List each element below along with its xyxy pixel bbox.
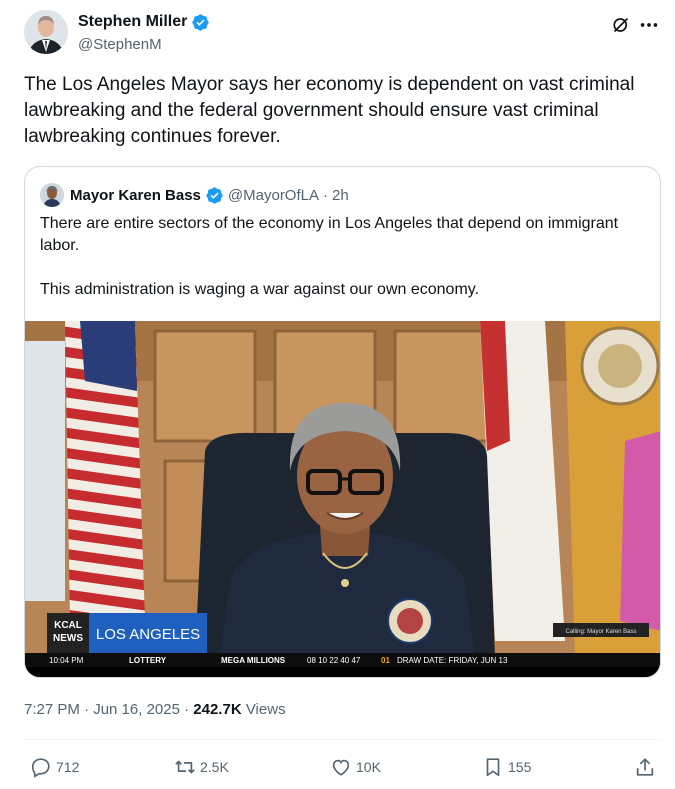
grok-icon[interactable] <box>612 16 630 34</box>
quoted-time: 2h <box>332 186 349 204</box>
like-button[interactable]: 10K <box>330 752 381 782</box>
reply-icon <box>31 758 50 778</box>
quoted-separator: · <box>323 186 328 204</box>
share-button[interactable] <box>634 752 660 782</box>
heart-icon <box>332 759 350 776</box>
bookmark-count: 155 <box>508 759 532 775</box>
bookmark-icon <box>486 758 500 777</box>
quoted-tweet[interactable]: Mayor Karen Bass @MayorOfLA · 2h There a… <box>24 166 661 678</box>
repost-button[interactable]: 2.5K <box>174 752 229 782</box>
quoted-paragraph-1: There are entire sectors of the economy … <box>40 215 619 254</box>
quoted-tweet-text: There are entire sectors of the economy … <box>40 213 640 301</box>
like-count: 10K <box>356 759 381 775</box>
author-avatar[interactable] <box>24 10 68 54</box>
repost-icon <box>175 760 195 774</box>
action-bar: 712 2.5K 10K 155 <box>24 752 661 782</box>
ticker-time: 10:04 PM <box>49 656 84 665</box>
quoted-author-avatar <box>40 183 64 207</box>
tweet-timestamp[interactable]: 7:27 PM · Jun 16, 2025 · <box>24 701 189 718</box>
station-logo-line1: KCAL <box>54 620 82 631</box>
video-player[interactable]: Calling: Mayor Karen Bass KCAL NEWS LOS … <box>25 321 660 677</box>
ticker-numbers: 08 10 22 40 47 <box>307 656 361 665</box>
quoted-paragraph-2: This administration is waging a war agai… <box>40 281 480 298</box>
tweet-meta: 7:27 PM · Jun 16, 2025 · 242.7K Views <box>24 700 286 720</box>
location-banner: LOS ANGELES <box>96 626 200 643</box>
tweet-text: The Los Angeles Mayor says her economy i… <box>24 74 635 147</box>
more-options-icon[interactable] <box>638 14 660 36</box>
ticker-mega-millions: MEGA MILLIONS <box>221 656 286 665</box>
quoted-author-handle: @MayorOfLA <box>227 186 319 204</box>
repost-count: 2.5K <box>200 759 229 775</box>
author-name-text[interactable]: Stephen Miller <box>78 12 187 32</box>
author-handle[interactable]: @StephenM <box>78 35 162 55</box>
bookmark-button[interactable]: 155 <box>482 752 531 782</box>
ticker-lottery: LOTTERY <box>129 656 167 665</box>
divider <box>24 739 661 740</box>
video-caption: Calling: Mayor Karen Bass <box>565 629 636 635</box>
quoted-verified-badge-icon <box>206 186 223 204</box>
video-frame: Calling: Mayor Karen Bass KCAL NEWS LOS … <box>25 321 660 677</box>
ticker-mega-number: 01 <box>381 656 390 665</box>
views-count: 242.7K <box>193 701 242 718</box>
share-icon <box>636 758 654 776</box>
reply-button[interactable]: 712 <box>30 752 79 782</box>
verified-badge-icon <box>192 13 209 31</box>
station-logo-line2: NEWS <box>53 633 83 644</box>
quoted-tweet-header: Mayor Karen Bass @MayorOfLA · 2h <box>40 183 349 207</box>
tweet-header: Stephen Miller @StephenM <box>24 10 664 58</box>
reply-count: 712 <box>56 759 80 775</box>
ticker-draw-date: DRAW DATE: FRIDAY, JUN 13 <box>397 656 508 665</box>
author-name[interactable]: Stephen Miller <box>78 12 210 32</box>
views-label: Views <box>245 701 286 718</box>
quoted-author-name: Mayor Karen Bass <box>70 186 201 204</box>
